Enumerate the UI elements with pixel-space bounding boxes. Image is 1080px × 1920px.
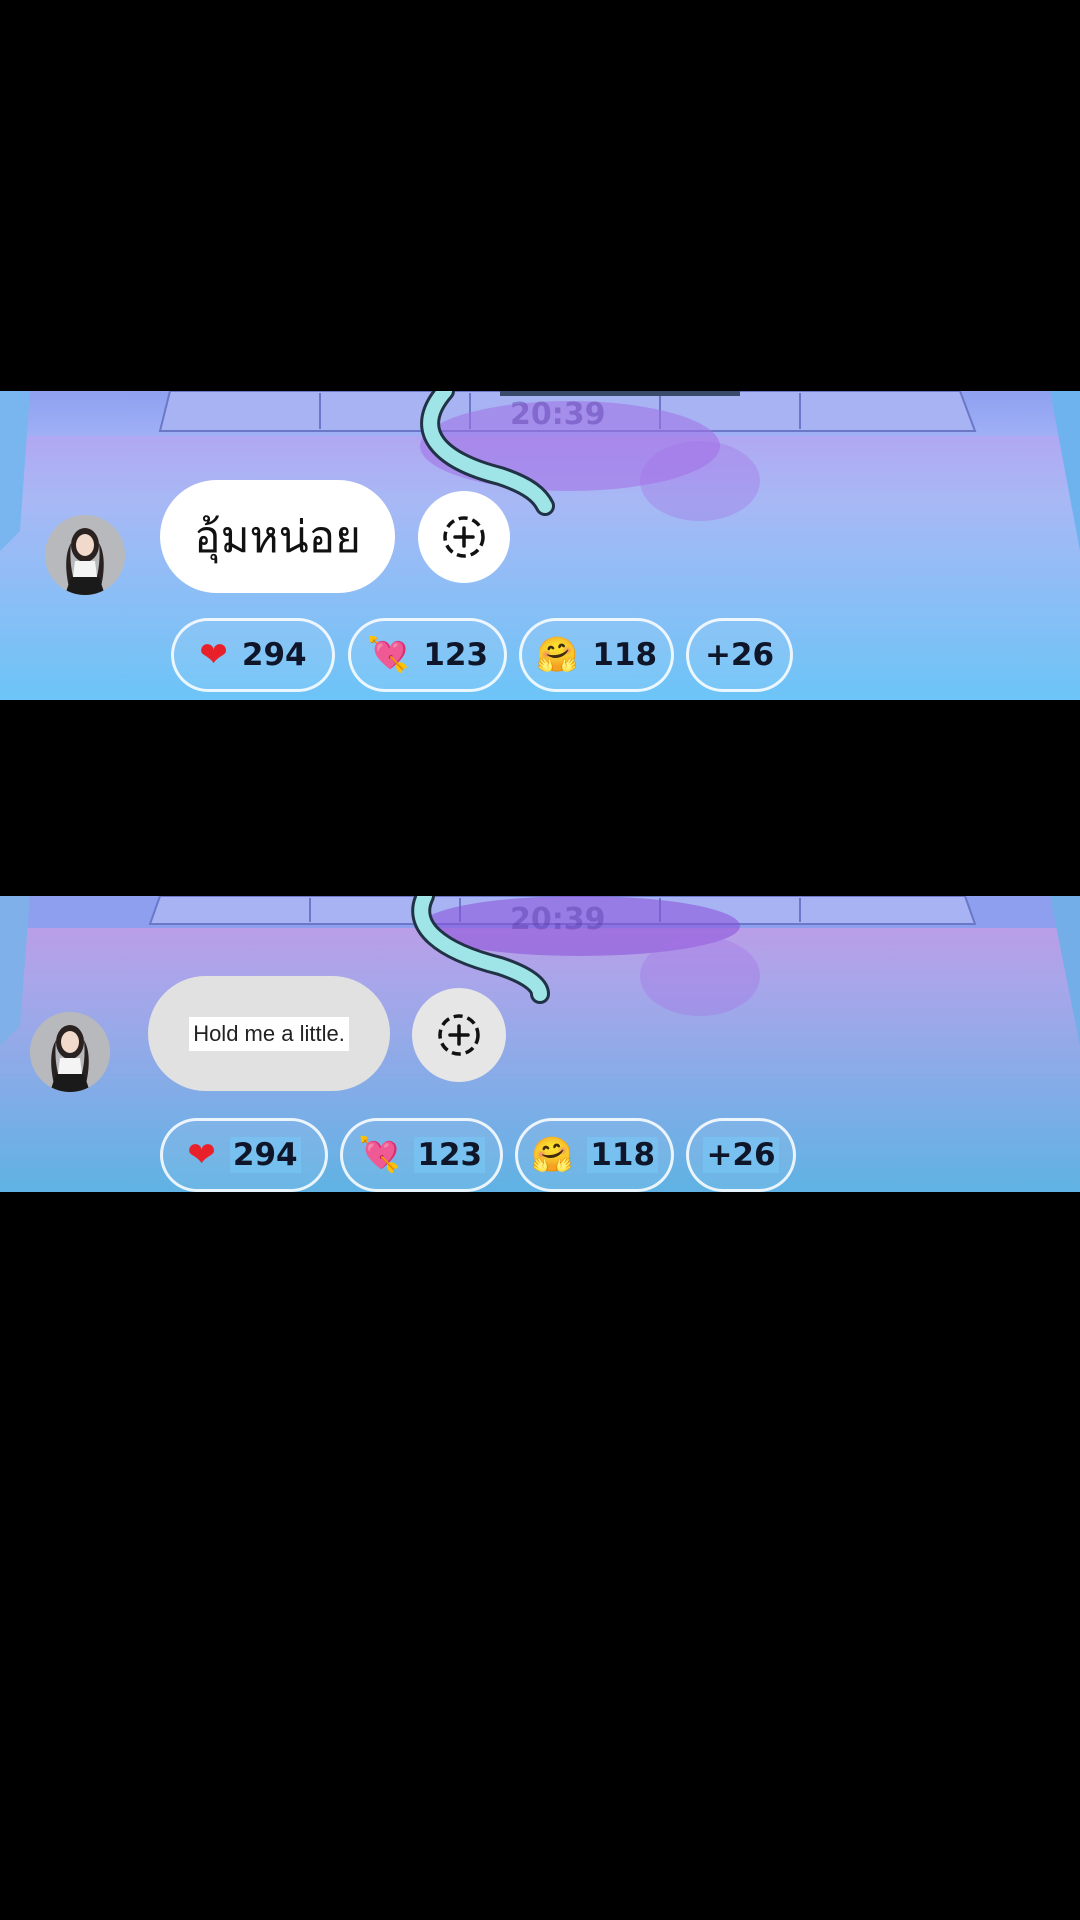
- more-reactions-count: +26: [704, 637, 775, 673]
- avatar-image: [30, 1012, 110, 1092]
- reaction-chip-heart[interactable]: ❤ 294: [160, 1118, 328, 1192]
- message-bubble[interactable]: อุ้มหน่อย: [160, 480, 395, 593]
- add-reaction-icon: [443, 516, 485, 558]
- heart-with-arrow-icon: 💘: [357, 1135, 401, 1175]
- avatar-image: [45, 515, 125, 595]
- reaction-chip-heart[interactable]: ❤ 294: [171, 618, 335, 692]
- reaction-chip-more[interactable]: +26: [686, 1118, 796, 1192]
- add-reaction-button[interactable]: [418, 491, 510, 583]
- reaction-count: 123: [414, 1137, 486, 1173]
- add-reaction-icon: [438, 1014, 480, 1056]
- status-clock: 20:39: [510, 397, 606, 432]
- reaction-count: 118: [592, 637, 658, 673]
- message-bubble[interactable]: Hold me a little.: [148, 976, 390, 1091]
- message-text: อุ้มหน่อย: [194, 511, 361, 563]
- more-reactions-count: +26: [703, 1137, 779, 1173]
- chat-panel-translated: 20:39 Hold me a little. ❤ 294 💘 123 🤗 11…: [0, 896, 1080, 1192]
- reaction-chip-hug[interactable]: 🤗 118: [519, 618, 674, 692]
- hugging-face-icon: 🤗: [535, 635, 579, 675]
- reaction-count: 123: [423, 637, 489, 673]
- reaction-count: 118: [587, 1137, 659, 1173]
- reaction-chip-heart-arrow[interactable]: 💘 123: [340, 1118, 503, 1192]
- status-clock: 20:39: [510, 902, 606, 937]
- reaction-chip-more[interactable]: +26: [686, 618, 793, 692]
- message-text-translated: Hold me a little.: [189, 1016, 349, 1051]
- reaction-count: 294: [229, 1137, 301, 1173]
- reaction-chip-hug[interactable]: 🤗 118: [515, 1118, 674, 1192]
- heart-with-arrow-icon: 💘: [366, 635, 410, 675]
- avatar[interactable]: [30, 1012, 110, 1092]
- hugging-face-icon: 🤗: [530, 1135, 574, 1175]
- chat-panel-original: 20:39 อุ้มหน่อย ❤ 294 💘 123 🤗 118 +26: [0, 391, 1080, 700]
- reaction-chip-heart-arrow[interactable]: 💘 123: [348, 618, 507, 692]
- red-heart-icon: ❤: [199, 635, 228, 675]
- reaction-count: 294: [241, 637, 307, 673]
- add-reaction-button[interactable]: [412, 988, 506, 1082]
- red-heart-icon: ❤: [187, 1135, 216, 1175]
- avatar[interactable]: [45, 515, 125, 595]
